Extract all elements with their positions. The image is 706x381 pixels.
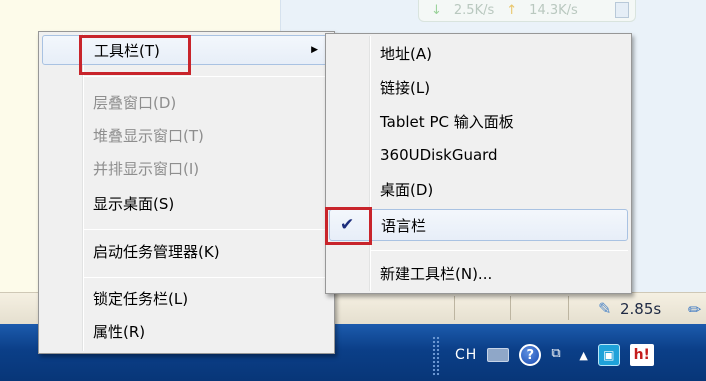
submenu-arrow-icon: ▶: [311, 45, 318, 55]
status-timer[interactable]: ✎ 2.85s: [598, 298, 661, 320]
menu-item-label: 地址(A): [380, 44, 432, 63]
taskbar-context-menu: 工具栏(T) ▶ 层叠窗口(D) 堆叠显示窗口(T) 并排显示窗口(I) 显示桌…: [38, 31, 335, 354]
pen-icon[interactable]: ✏: [688, 300, 704, 319]
taskbar-grip[interactable]: [432, 336, 440, 376]
network-icon[interactable]: ⧉: [551, 346, 569, 364]
menu-item-stacked[interactable]: 堆叠显示窗口(T): [42, 120, 331, 150]
menu-item-task-manager[interactable]: 启动任务管理器(K): [42, 236, 331, 266]
menu-item-label: 属性(R): [93, 322, 146, 341]
toolbar-submenu: 地址(A) 链接(L) Tablet PC 输入面板 360UDiskGuard…: [325, 33, 632, 294]
menu-item-label: Tablet PC 输入面板: [380, 112, 514, 131]
submenu-item-tablet-input[interactable]: Tablet PC 输入面板: [329, 106, 628, 136]
menu-item-cascade[interactable]: 层叠窗口(D): [42, 87, 331, 117]
document-icon[interactable]: [615, 2, 629, 18]
submenu-item-links[interactable]: 链接(L): [329, 72, 628, 102]
system-tray: CH ? ⧉ ▲ ▣ h!: [455, 340, 654, 370]
menu-item-label: 语言栏: [381, 216, 427, 235]
highlight-box-toolbars: [79, 35, 191, 75]
menu-item-label: 层叠窗口(D): [93, 93, 177, 112]
strip-divider: [510, 296, 511, 320]
download-arrow-icon: ↓: [431, 3, 442, 18]
show-hidden-icons-arrow[interactable]: ▲: [579, 349, 587, 362]
submenu-item-language-bar[interactable]: ✔ 语言栏: [329, 209, 628, 241]
highlight-box-language-bar-check: [325, 207, 372, 245]
menu-item-label: 并排显示窗口(I): [93, 159, 200, 178]
menu-separator: [84, 76, 331, 77]
menu-item-label: 360UDiskGuard: [380, 146, 498, 164]
menu-item-label: 显示桌面(S): [93, 194, 175, 213]
status-time: 2.85s: [620, 300, 662, 318]
menu-separator: [84, 229, 331, 230]
keyboard-icon[interactable]: [487, 348, 510, 362]
menu-item-lock-taskbar[interactable]: 锁定任务栏(L): [42, 283, 331, 313]
download-speed: 2.5K/s: [453, 3, 495, 18]
strip-divider: [454, 296, 455, 320]
menu-item-side-by-side[interactable]: 并排显示窗口(I): [42, 153, 331, 183]
language-indicator[interactable]: CH: [455, 347, 477, 363]
strip-divider: [568, 296, 569, 320]
upload-speed: 14.3K/s: [529, 3, 578, 18]
submenu-item-address[interactable]: 地址(A): [329, 38, 628, 68]
menu-item-label: 锁定任务栏(L): [93, 289, 189, 308]
tray-app-h-icon[interactable]: h!: [629, 344, 654, 366]
menu-item-label: 链接(L): [380, 78, 431, 97]
menu-item-label: 新建工具栏(N)...: [380, 264, 493, 283]
menu-separator: [371, 250, 628, 251]
menu-item-label: 启动任务管理器(K): [93, 242, 220, 261]
menu-separator: [84, 277, 331, 278]
submenu-item-new-toolbar[interactable]: 新建工具栏(N)...: [329, 258, 628, 288]
pushpin-icon: ✎: [598, 299, 612, 318]
help-icon[interactable]: ?: [519, 344, 542, 366]
submenu-item-360udiskguard[interactable]: 360UDiskGuard: [329, 140, 628, 170]
speed-indicator: ↓ 2.5K/s ↑ 14.3K/s: [418, 0, 636, 22]
menu-item-properties[interactable]: 属性(R): [42, 316, 331, 346]
menu-item-show-desktop[interactable]: 显示桌面(S): [42, 188, 331, 218]
menu-item-label: 堆叠显示窗口(T): [93, 126, 204, 145]
tray-app-icon[interactable]: ▣: [597, 344, 620, 366]
upload-arrow-icon: ↑: [506, 3, 518, 18]
submenu-item-desktop[interactable]: 桌面(D): [329, 174, 628, 204]
menu-item-label: 桌面(D): [380, 180, 434, 199]
